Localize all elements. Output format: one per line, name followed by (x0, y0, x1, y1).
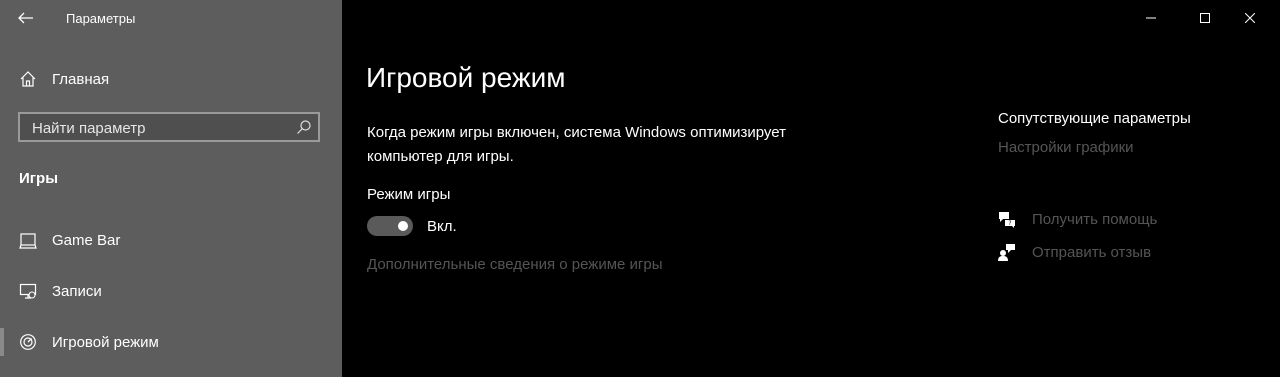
sidebar-item-game-mode[interactable]: Игровой режим (0, 320, 342, 364)
sidebar-item-home[interactable]: Главная (0, 57, 342, 101)
send-feedback-label: Отправить отзыв (1032, 243, 1152, 261)
back-button[interactable] (12, 6, 40, 30)
content-pane: Игровой режим Когда режим игры включен, … (342, 0, 1280, 377)
page-description: Когда режим игры включен, система Window… (367, 124, 786, 165)
sidebar-item-label: Игровой режим (52, 333, 159, 351)
sidebar-item-captures[interactable]: Записи (0, 269, 342, 313)
toggle-state-label: Вкл. (427, 218, 457, 235)
help-chat-icon: ? (996, 208, 1018, 230)
search-icon[interactable] (296, 119, 312, 135)
minimize-button[interactable] (1128, 0, 1174, 36)
close-button[interactable] (1227, 0, 1273, 36)
sidebar: Параметры Главная Найти параметр Игры Ga… (0, 0, 342, 377)
get-help-label: Получить помощь (1032, 210, 1158, 228)
sidebar-item-label: Главная (52, 70, 110, 88)
section-heading: Игры (19, 170, 59, 187)
related-settings-heading: Сопутствующие параметры (998, 110, 1191, 127)
graphics-settings-link[interactable]: Настройки графики (998, 139, 1134, 156)
back-arrow-icon (18, 12, 33, 24)
toggle-knob (398, 221, 408, 231)
sidebar-item-label: Game Bar (52, 231, 121, 249)
search-input[interactable]: Найти параметр (18, 112, 320, 142)
close-icon (1245, 13, 1255, 23)
game-mode-icon (18, 332, 38, 352)
game-mode-toggle[interactable] (367, 216, 413, 236)
get-help-link[interactable]: ? Получить помощь (996, 207, 1157, 231)
captures-icon (18, 281, 38, 301)
svg-text:?: ? (1008, 220, 1011, 227)
game-bar-icon (18, 230, 38, 250)
send-feedback-link[interactable]: Отправить отзыв (996, 240, 1151, 264)
minimize-icon (1146, 17, 1156, 19)
sidebar-item-label: Записи (52, 282, 102, 300)
search-placeholder: Найти параметр (32, 120, 146, 137)
home-icon (18, 69, 38, 89)
game-mode-setting-label: Режим игры (367, 186, 451, 203)
more-info-link[interactable]: Дополнительные сведения о режиме игры (367, 256, 663, 273)
feedback-icon (996, 241, 1018, 263)
sidebar-item-game-bar[interactable]: Game Bar (0, 218, 342, 262)
maximize-button[interactable] (1182, 0, 1228, 36)
maximize-icon (1200, 13, 1210, 23)
selection-indicator (0, 328, 4, 356)
page-title: Игровой режим (366, 62, 566, 93)
app-title: Параметры (66, 11, 136, 26)
